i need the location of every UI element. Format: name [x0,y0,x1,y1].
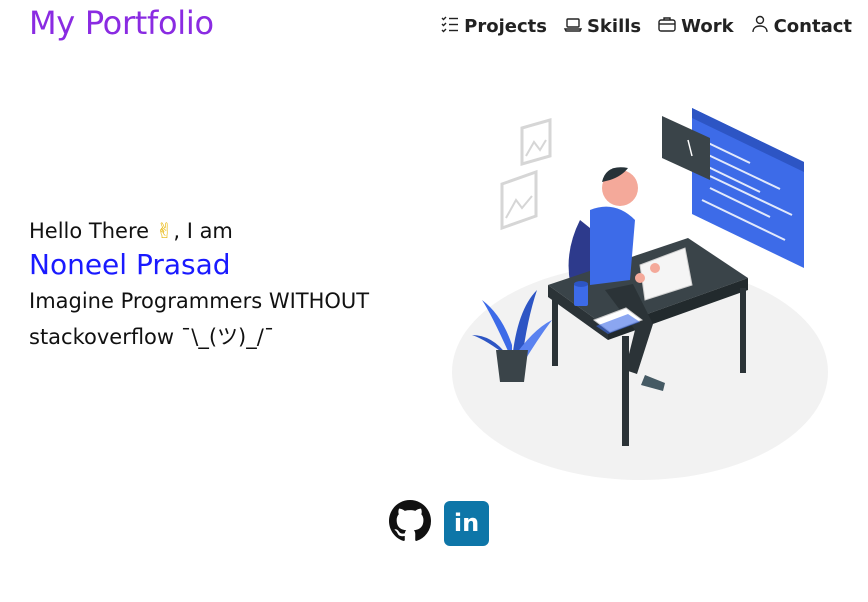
nav-item-skills[interactable]: Skills [563,14,641,39]
social-links: in [389,500,489,546]
greeting-suffix: , I am [173,219,233,243]
laptop-icon [563,14,583,39]
nav-label-work: Work [681,16,734,37]
github-link[interactable] [389,500,431,546]
person-icon [750,14,770,39]
main-nav: Projects Skills Work Contact [440,14,852,39]
nav-item-projects[interactable]: Projects [440,14,547,39]
page: My Portfolio Projects Skills Work Contac… [0,0,868,602]
github-icon [389,500,431,546]
greeting-prefix: Hello There [29,219,156,243]
victory-hand-emoji: ✌ [155,219,174,243]
checklist-icon [440,14,460,39]
linkedin-icon: in [444,500,489,546]
hero-section: Hello There ✌, I am Noneel Prasad Imagin… [29,215,429,355]
nav-label-contact: Contact [773,16,852,37]
developer-illustration [440,100,840,490]
linkedin-link[interactable]: in [444,500,489,546]
nav-item-work[interactable]: Work [657,14,734,39]
briefcase-icon [657,14,677,39]
tagline-text: Imagine Programmers WITHOUT stackoverflo… [29,289,370,349]
greeting-text: Hello There ✌, I am [29,215,429,247]
nav-label-skills: Skills [586,16,642,37]
nav-item-contact[interactable]: Contact [750,14,852,39]
nav-label-projects: Projects [464,16,547,37]
linkedin-text: in [453,509,480,537]
person-name: Noneel Prasad [29,248,231,281]
brand-title[interactable]: My Portfolio [29,4,214,42]
